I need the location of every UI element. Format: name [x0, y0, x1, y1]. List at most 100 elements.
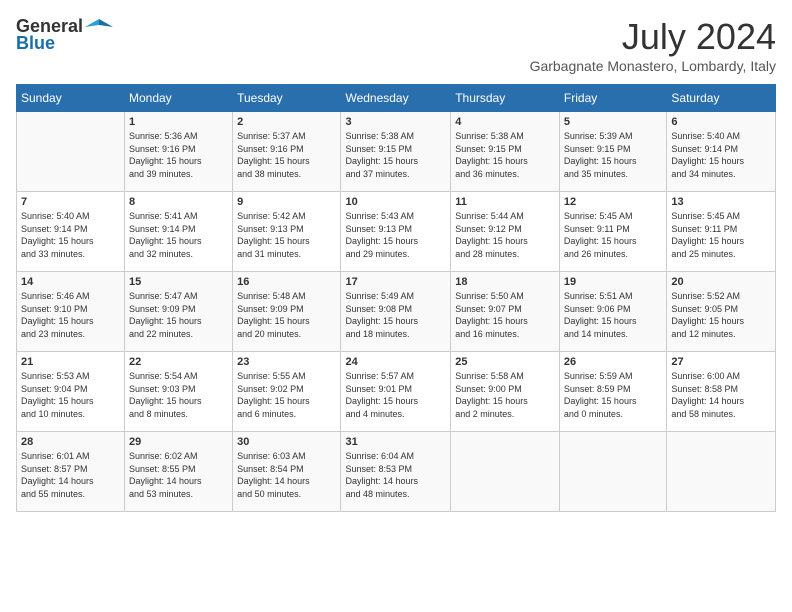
- calendar-cell: 15 Sunrise: 5:47 AM Sunset: 9:09 PM Dayli…: [124, 272, 232, 352]
- calendar-cell: 25 Sunrise: 5:58 AM Sunset: 9:00 PM Dayli…: [451, 352, 560, 432]
- day-info: Sunrise: 5:36 AM Sunset: 9:16 PM Dayligh…: [129, 130, 228, 180]
- day-info: Sunrise: 6:01 AM Sunset: 8:57 PM Dayligh…: [21, 450, 120, 500]
- day-number: 27: [671, 356, 771, 368]
- calendar-cell: 29 Sunrise: 6:02 AM Sunset: 8:55 PM Dayli…: [124, 432, 232, 512]
- day-number: 29: [129, 436, 228, 448]
- calendar-cell: [451, 432, 560, 512]
- calendar-week-row: 21 Sunrise: 5:53 AM Sunset: 9:04 PM Dayli…: [17, 352, 776, 432]
- calendar-week-row: 1Sunrise: 5:36 AM Sunset: 9:16 PM Daylig…: [17, 112, 776, 192]
- day-number: 20: [671, 276, 771, 288]
- day-info: Sunrise: 5:45 AM Sunset: 9:11 PM Dayligh…: [671, 210, 771, 260]
- calendar-cell: 4 Sunrise: 5:38 AM Sunset: 9:15 PM Daylig…: [451, 112, 560, 192]
- day-info: Sunrise: 5:57 AM Sunset: 9:01 PM Dayligh…: [345, 370, 446, 420]
- calendar-week-row: 28 Sunrise: 6:01 AM Sunset: 8:57 PM Dayli…: [17, 432, 776, 512]
- calendar-cell: 10 Sunrise: 5:43 AM Sunset: 9:13 PM Dayli…: [341, 192, 451, 272]
- logo-blue-text: Blue: [16, 33, 55, 54]
- day-info: Sunrise: 5:38 AM Sunset: 9:15 PM Dayligh…: [455, 130, 555, 180]
- day-info: Sunrise: 6:02 AM Sunset: 8:55 PM Dayligh…: [129, 450, 228, 500]
- day-info: Sunrise: 5:44 AM Sunset: 9:12 PM Dayligh…: [455, 210, 555, 260]
- day-info: Sunrise: 5:38 AM Sunset: 9:15 PM Dayligh…: [345, 130, 446, 180]
- day-info: Sunrise: 5:59 AM Sunset: 8:59 PM Dayligh…: [564, 370, 663, 420]
- calendar-cell: 7 Sunrise: 5:40 AM Sunset: 9:14 PM Daylig…: [17, 192, 125, 272]
- day-header-sunday: Sunday: [17, 85, 125, 112]
- day-info: Sunrise: 5:49 AM Sunset: 9:08 PM Dayligh…: [345, 290, 446, 340]
- day-header-friday: Friday: [559, 85, 667, 112]
- calendar-cell: 1Sunrise: 5:36 AM Sunset: 9:16 PM Daylig…: [124, 112, 232, 192]
- day-info: Sunrise: 5:52 AM Sunset: 9:05 PM Dayligh…: [671, 290, 771, 340]
- day-number: 5: [564, 116, 663, 128]
- day-info: Sunrise: 6:00 AM Sunset: 8:58 PM Dayligh…: [671, 370, 771, 420]
- calendar-cell: 26 Sunrise: 5:59 AM Sunset: 8:59 PM Dayli…: [559, 352, 667, 432]
- calendar-cell: 14 Sunrise: 5:46 AM Sunset: 9:10 PM Dayli…: [17, 272, 125, 352]
- day-number: 15: [129, 276, 228, 288]
- day-number: 26: [564, 356, 663, 368]
- day-info: Sunrise: 5:42 AM Sunset: 9:13 PM Dayligh…: [237, 210, 336, 260]
- day-number: 4: [455, 116, 555, 128]
- day-number: 25: [455, 356, 555, 368]
- calendar-cell: 22Sunrise: 5:54 AM Sunset: 9:03 PM Dayli…: [124, 352, 232, 432]
- calendar-cell: [667, 432, 776, 512]
- day-number: 10: [345, 196, 446, 208]
- day-info: Sunrise: 5:45 AM Sunset: 9:11 PM Dayligh…: [564, 210, 663, 260]
- day-number: 30: [237, 436, 336, 448]
- day-number: 21: [21, 356, 120, 368]
- page-header: General Blue July 2024 Garbagnate Monast…: [16, 16, 776, 74]
- calendar-table: SundayMondayTuesdayWednesdayThursdayFrid…: [16, 84, 776, 512]
- calendar-cell: 27 Sunrise: 6:00 AM Sunset: 8:58 PM Dayli…: [667, 352, 776, 432]
- logo-bird-icon: [85, 17, 113, 37]
- day-info: Sunrise: 5:48 AM Sunset: 9:09 PM Dayligh…: [237, 290, 336, 340]
- day-info: Sunrise: 5:53 AM Sunset: 9:04 PM Dayligh…: [21, 370, 120, 420]
- day-number: 14: [21, 276, 120, 288]
- location-text: Garbagnate Monastero, Lombardy, Italy: [530, 58, 776, 74]
- day-number: 17: [345, 276, 446, 288]
- day-info: Sunrise: 5:51 AM Sunset: 9:06 PM Dayligh…: [564, 290, 663, 340]
- day-header-saturday: Saturday: [667, 85, 776, 112]
- calendar-cell: 31 Sunrise: 6:04 AM Sunset: 8:53 PM Dayli…: [341, 432, 451, 512]
- calendar-cell: 9 Sunrise: 5:42 AM Sunset: 9:13 PM Daylig…: [233, 192, 341, 272]
- day-info: Sunrise: 5:41 AM Sunset: 9:14 PM Dayligh…: [129, 210, 228, 260]
- calendar-cell: [559, 432, 667, 512]
- day-info: Sunrise: 6:04 AM Sunset: 8:53 PM Dayligh…: [345, 450, 446, 500]
- calendar-cell: 8Sunrise: 5:41 AM Sunset: 9:14 PM Daylig…: [124, 192, 232, 272]
- day-info: Sunrise: 5:58 AM Sunset: 9:00 PM Dayligh…: [455, 370, 555, 420]
- day-number: 18: [455, 276, 555, 288]
- day-info: Sunrise: 5:39 AM Sunset: 9:15 PM Dayligh…: [564, 130, 663, 180]
- day-info: Sunrise: 6:03 AM Sunset: 8:54 PM Dayligh…: [237, 450, 336, 500]
- calendar-cell: 24Sunrise: 5:57 AM Sunset: 9:01 PM Dayli…: [341, 352, 451, 432]
- day-number: 16: [237, 276, 336, 288]
- day-number: 31: [345, 436, 446, 448]
- day-number: 9: [237, 196, 336, 208]
- calendar-cell: 23Sunrise: 5:55 AM Sunset: 9:02 PM Dayli…: [233, 352, 341, 432]
- day-header-monday: Monday: [124, 85, 232, 112]
- day-header-tuesday: Tuesday: [233, 85, 341, 112]
- day-info: Sunrise: 5:47 AM Sunset: 9:09 PM Dayligh…: [129, 290, 228, 340]
- calendar-cell: 18Sunrise: 5:50 AM Sunset: 9:07 PM Dayli…: [451, 272, 560, 352]
- day-number: 3: [345, 116, 446, 128]
- calendar-cell: 30 Sunrise: 6:03 AM Sunset: 8:54 PM Dayli…: [233, 432, 341, 512]
- day-number: 19: [564, 276, 663, 288]
- day-header-thursday: Thursday: [451, 85, 560, 112]
- day-number: 11: [455, 196, 555, 208]
- day-info: Sunrise: 5:40 AM Sunset: 9:14 PM Dayligh…: [671, 130, 771, 180]
- calendar-cell: 11 Sunrise: 5:44 AM Sunset: 9:12 PM Dayli…: [451, 192, 560, 272]
- day-header-wednesday: Wednesday: [341, 85, 451, 112]
- day-info: Sunrise: 5:43 AM Sunset: 9:13 PM Dayligh…: [345, 210, 446, 260]
- calendar-cell: 17 Sunrise: 5:49 AM Sunset: 9:08 PM Dayli…: [341, 272, 451, 352]
- logo: General Blue: [16, 16, 113, 54]
- title-area: July 2024 Garbagnate Monastero, Lombardy…: [530, 16, 776, 74]
- calendar-cell: [17, 112, 125, 192]
- calendar-cell: 5 Sunrise: 5:39 AM Sunset: 9:15 PM Daylig…: [559, 112, 667, 192]
- calendar-cell: 19 Sunrise: 5:51 AM Sunset: 9:06 PM Dayli…: [559, 272, 667, 352]
- day-info: Sunrise: 5:46 AM Sunset: 9:10 PM Dayligh…: [21, 290, 120, 340]
- calendar-cell: 6Sunrise: 5:40 AM Sunset: 9:14 PM Daylig…: [667, 112, 776, 192]
- day-number: 28: [21, 436, 120, 448]
- calendar-week-row: 7 Sunrise: 5:40 AM Sunset: 9:14 PM Daylig…: [17, 192, 776, 272]
- calendar-cell: 21 Sunrise: 5:53 AM Sunset: 9:04 PM Dayli…: [17, 352, 125, 432]
- day-info: Sunrise: 5:37 AM Sunset: 9:16 PM Dayligh…: [237, 130, 336, 180]
- day-number: 2: [237, 116, 336, 128]
- day-number: 12: [564, 196, 663, 208]
- calendar-header-row: SundayMondayTuesdayWednesdayThursdayFrid…: [17, 85, 776, 112]
- day-info: Sunrise: 5:40 AM Sunset: 9:14 PM Dayligh…: [21, 210, 120, 260]
- day-number: 22: [129, 356, 228, 368]
- day-number: 7: [21, 196, 120, 208]
